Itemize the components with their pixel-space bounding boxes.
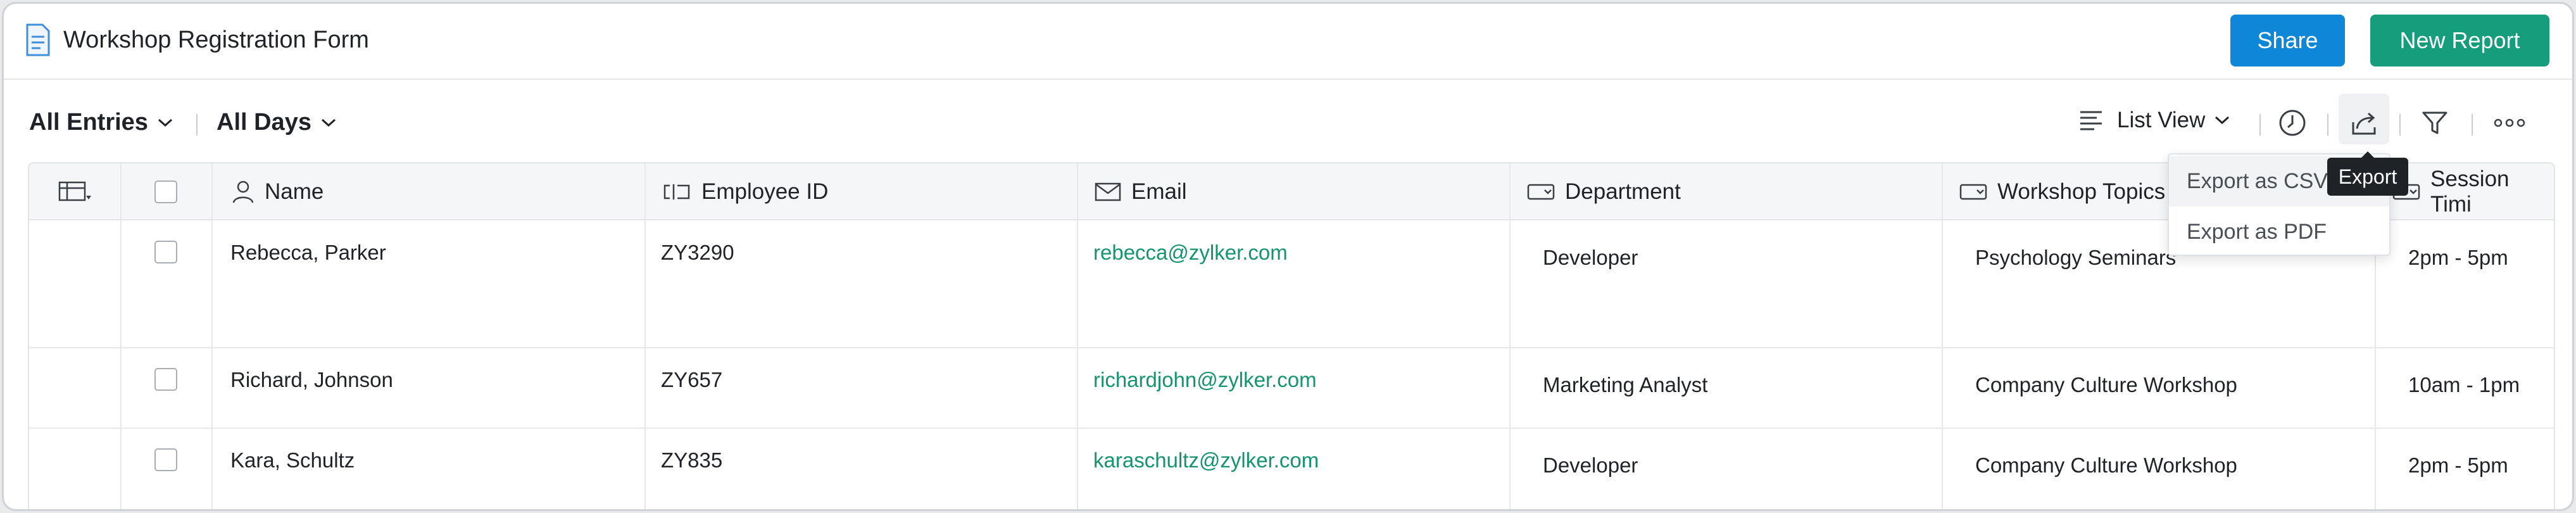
row-checkbox[interactable]	[154, 448, 177, 471]
top-bar: Workshop Registration Form Share New Rep…	[4, 4, 2572, 80]
row-checkbox[interactable]	[154, 368, 177, 391]
column-header-label: Employee ID	[701, 179, 829, 204]
filter-bar: All Entries All Days List View	[4, 80, 2572, 162]
person-icon	[232, 180, 254, 203]
cell-email-link[interactable]: karaschultz@zylker.com	[1093, 448, 1319, 472]
cell-session-time: 2pm - 5pm	[2408, 246, 2508, 269]
column-header-email[interactable]: Email	[1095, 163, 1187, 220]
column-settings-button[interactable]	[58, 163, 103, 220]
dropdown-field-icon	[1959, 184, 1987, 200]
chevron-down-icon	[321, 118, 336, 127]
column-divider	[1942, 163, 1943, 509]
column-header-name[interactable]: Name	[232, 163, 324, 220]
view-dropdown[interactable]: List View	[2079, 108, 2230, 133]
mail-icon	[1095, 182, 1121, 201]
filter-button[interactable]	[2417, 105, 2453, 141]
chevron-down-icon	[2215, 116, 2230, 125]
filter-icon	[2422, 111, 2447, 134]
cell-department: Developer	[1543, 453, 1638, 477]
cell-department: Developer	[1543, 246, 1638, 269]
more-icon	[2494, 118, 2525, 127]
divider	[2472, 114, 2473, 136]
column-header-workshop-topics[interactable]: Workshop Topics	[1959, 163, 2165, 220]
column-divider	[1077, 163, 1078, 509]
row-divider	[29, 428, 2554, 429]
cell-email-link[interactable]: richardjohn@zylker.com	[1093, 368, 1317, 392]
days-dropdown[interactable]: All Days	[217, 109, 337, 136]
dropdown-field-icon	[1527, 184, 1555, 200]
chevron-down-icon	[158, 118, 172, 127]
export-button[interactable]	[2346, 105, 2382, 141]
column-header-label: Session Timi	[2430, 167, 2510, 217]
row-divider	[29, 347, 2554, 348]
cell-employee-id: ZY657	[661, 368, 723, 391]
days-dropdown-label: All Days	[217, 109, 311, 136]
column-divider	[120, 163, 122, 509]
cell-workshop-topic: Company Culture Workshop	[1975, 453, 2237, 477]
column-divider	[1509, 163, 1511, 509]
app-window: Workshop Registration Form Share New Rep…	[2, 2, 2574, 511]
list-view-icon	[2080, 111, 2102, 130]
cell-employee-id: ZY3290	[661, 241, 734, 264]
form-icon	[26, 23, 50, 56]
history-button[interactable]	[2275, 105, 2310, 141]
divider	[2259, 114, 2261, 136]
new-report-button[interactable]: New Report	[2370, 15, 2549, 66]
cell-name: Richard, Johnson	[230, 368, 393, 391]
column-header-label: Department	[1565, 179, 1681, 204]
column-header-department[interactable]: Department	[1527, 163, 1681, 220]
export-icon	[2352, 112, 2376, 135]
column-header-label: Email	[1131, 179, 1187, 204]
cell-employee-id: ZY835	[661, 448, 723, 472]
table-settings-icon	[58, 181, 91, 201]
export-tooltip: Export	[2327, 151, 2408, 196]
cell-session-time: 10am - 1pm	[2408, 373, 2520, 396]
more-button[interactable]	[2492, 105, 2527, 141]
cell-department: Marketing Analyst	[1543, 373, 1708, 396]
cell-session-time: 2pm - 5pm	[2408, 453, 2508, 477]
cell-workshop-topic: Company Culture Workshop	[1975, 373, 2237, 396]
divider	[2327, 114, 2328, 136]
export-pdf-option[interactable]: Export as PDF	[2169, 206, 2389, 257]
entries-dropdown-label: All Entries	[29, 109, 148, 136]
cell-workshop-topic: Psychology Seminars	[1975, 246, 2177, 269]
view-dropdown-label: List View	[2117, 108, 2206, 132]
entries-dropdown[interactable]: All Entries	[29, 109, 173, 136]
page-title: Workshop Registration Form	[63, 27, 369, 53]
column-header-label: Workshop Topics	[1997, 179, 2166, 204]
column-divider	[644, 163, 646, 509]
select-all-checkbox[interactable]	[154, 180, 177, 203]
id-field-icon	[663, 184, 690, 200]
share-button[interactable]: Share	[2230, 15, 2345, 66]
cell-email-link[interactable]: rebecca@zylker.com	[1093, 241, 1288, 265]
divider	[2399, 114, 2401, 136]
history-icon	[2279, 110, 2306, 136]
column-header-label: Name	[265, 179, 324, 204]
divider	[196, 114, 198, 136]
row-checkbox[interactable]	[154, 241, 177, 263]
column-header-session-time[interactable]: Session Timi	[2392, 163, 2554, 220]
cell-name: Kara, Schultz	[230, 448, 355, 472]
column-header-employee-id[interactable]: Employee ID	[662, 163, 828, 220]
column-divider	[211, 163, 213, 509]
cell-name: Rebecca, Parker	[230, 241, 386, 264]
